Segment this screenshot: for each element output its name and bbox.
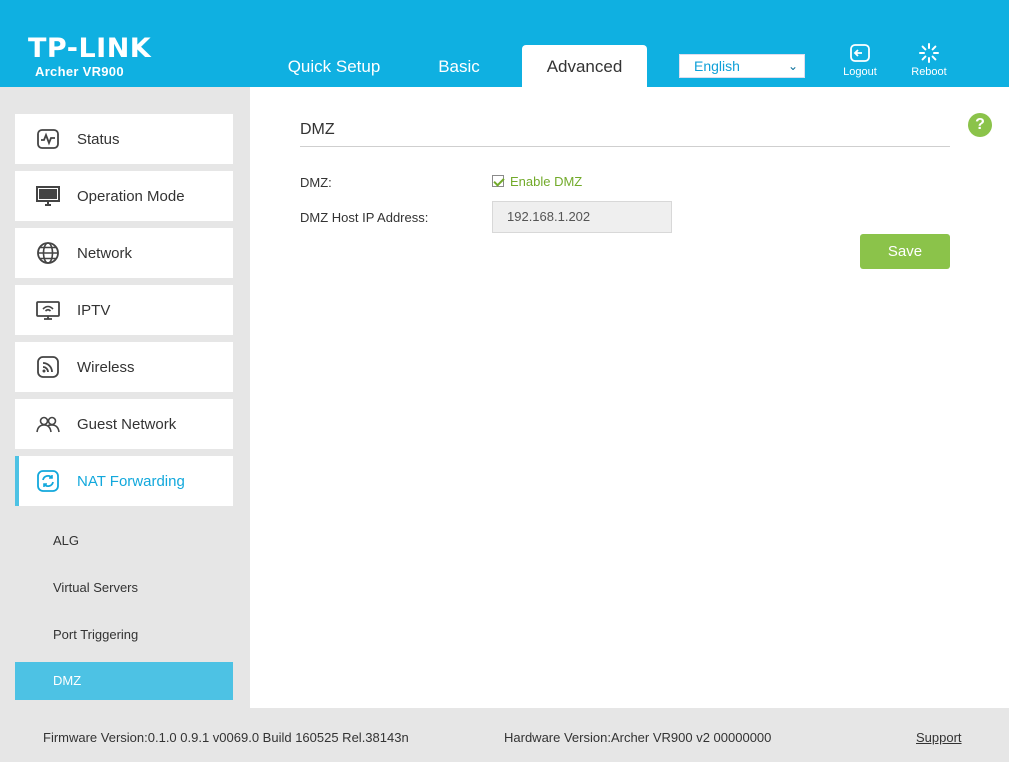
logout-icon [850,44,870,62]
sidebar-subitem-virtual-servers[interactable]: Virtual Servers [15,569,233,607]
tab-basic[interactable]: Basic [414,45,504,87]
dmz-host-ip-input[interactable]: 192.168.1.202 [492,201,672,233]
sidebar-subitem-dmz[interactable]: DMZ [15,662,233,700]
sidebar-item-operation-mode[interactable]: Operation Mode [15,171,233,221]
sidebar-item-label: Status [77,131,120,148]
language-select[interactable]: English ⌄ [679,54,805,78]
wireless-icon [37,356,59,378]
support-link[interactable]: Support [916,730,962,745]
language-value: English [694,58,740,74]
reboot-icon [919,43,939,63]
tv-icon [36,301,60,320]
sidebar-item-label: Guest Network [77,416,177,433]
footer: Firmware Version:0.1.0 0.9.1 v0069.0 Bui… [0,708,1009,762]
sidebar: Status Operation Mode Network IPTV Wirel… [0,87,250,708]
globe-icon [37,242,59,264]
sidebar-item-status[interactable]: Status [15,114,233,164]
sidebar-item-iptv[interactable]: IPTV [15,285,233,335]
page-title: DMZ [300,121,335,138]
header-bar: TP-LINK Archer VR900 Quick Setup Basic A… [0,0,1009,87]
sidebar-item-wireless[interactable]: Wireless [15,342,233,392]
dmz-host-ip-label: DMZ Host IP Address: [300,210,429,225]
sidebar-item-guest-network[interactable]: Guest Network [15,399,233,449]
sidebar-item-label: Network [77,245,133,262]
logo-text: TP-LINK [28,33,152,64]
nat-forwarding-submenu: ALG Virtual Servers Port Triggering DMZ [15,506,233,708]
chevron-down-icon: ⌄ [787,59,798,73]
tab-advanced[interactable]: Advanced [522,45,647,87]
status-icon [37,129,59,149]
title-divider [300,146,950,147]
reboot-button[interactable]: Reboot [903,42,955,78]
logout-button[interactable]: Logout [834,42,886,78]
sidebar-item-label: NAT Forwarding [77,473,185,490]
guests-icon [36,416,60,433]
checkbox-checked-icon [492,175,504,187]
sidebar-subitem-port-triggering[interactable]: Port Triggering [15,616,233,654]
sidebar-item-label: IPTV [77,302,111,319]
main-panel: ? DMZ DMZ: Enable DMZ DMZ Host IP Addres… [250,87,1009,708]
sidebar-subitem-alg[interactable]: ALG [15,522,233,560]
brand-logo: TP-LINK Archer VR900 [28,33,152,79]
sidebar-item-network[interactable]: Network [15,228,233,278]
logout-label: Logout [843,66,877,78]
enable-dmz-label: Enable DMZ [510,174,583,189]
reboot-label: Reboot [911,66,947,78]
sidebar-item-label: Wireless [77,359,135,376]
help-button[interactable]: ? [968,113,992,137]
save-button[interactable]: Save [860,234,950,269]
monitor-icon [36,186,60,206]
nat-forwarding-icon [37,470,59,492]
tab-quick-setup[interactable]: Quick Setup [266,45,402,87]
dmz-label: DMZ: [300,175,332,190]
sidebar-item-nat-forwarding[interactable]: NAT Forwarding [15,456,233,506]
model-name: Archer VR900 [35,64,124,79]
hardware-version: Hardware Version:Archer VR900 v2 0000000… [504,730,772,745]
firmware-version: Firmware Version:0.1.0 0.9.1 v0069.0 Bui… [43,730,409,745]
enable-dmz-checkbox[interactable]: Enable DMZ [492,174,582,189]
sidebar-item-label: Operation Mode [77,188,185,205]
